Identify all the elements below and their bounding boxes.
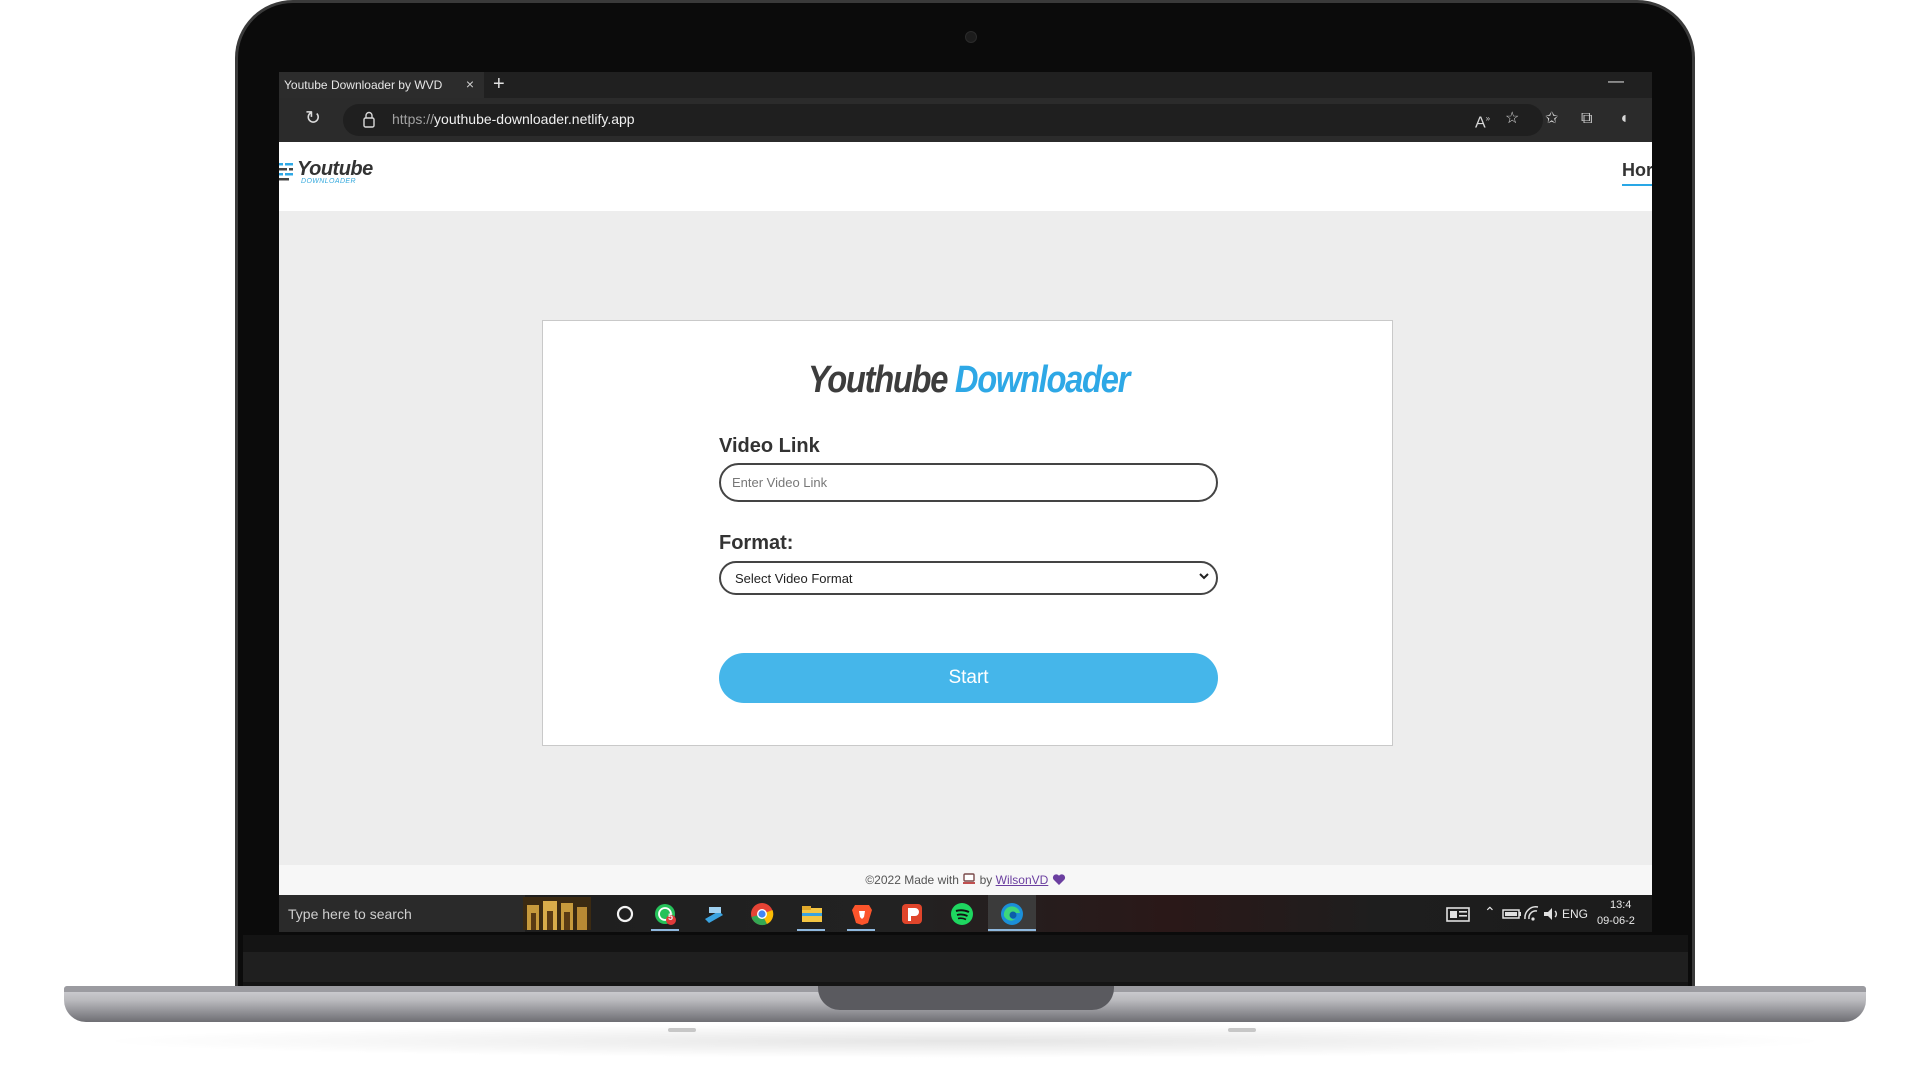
site-footer: ©2022 Made with by WilsonVD xyxy=(279,865,1652,895)
footer-by: by xyxy=(979,873,993,887)
taskbar-search-box[interactable]: Type here to search xyxy=(279,895,525,932)
logo-sub-text: DOWNLOADER xyxy=(301,178,356,185)
collections-icon[interactable]: ⧉ xyxy=(1581,110,1592,128)
webcam xyxy=(965,31,977,43)
downloader-card: Youthube Downloader Video Link Format: S… xyxy=(542,320,1393,746)
browser-tab[interactable]: Youtube Downloader by WVD × xyxy=(279,72,484,98)
footer-prefix: ©2022 Made with xyxy=(865,873,959,887)
logo-speed-lines-icon xyxy=(279,163,293,181)
video-link-input[interactable] xyxy=(719,463,1218,502)
minimize-window-button[interactable]: — xyxy=(1608,74,1624,90)
read-aloud-icon[interactable]: A» xyxy=(1475,110,1490,132)
chrome-icon[interactable] xyxy=(749,901,775,927)
laptop-emoji-icon xyxy=(963,873,976,884)
search-highlight-illustration-icon xyxy=(523,897,591,930)
cortana-icon[interactable] xyxy=(612,901,638,927)
show-hidden-icons-chevron-icon[interactable]: ⌃ xyxy=(1484,904,1496,921)
video-link-label: Video Link xyxy=(719,435,820,457)
format-select[interactable]: Select Video Format xyxy=(719,561,1218,595)
format-selected-value: Select Video Format xyxy=(735,571,853,586)
language-indicator[interactable]: ENG xyxy=(1562,907,1588,921)
url-scheme: https:// xyxy=(392,111,435,127)
close-tab-icon[interactable]: × xyxy=(466,76,474,92)
chevron-down-icon xyxy=(1199,573,1209,580)
laptop-notch xyxy=(818,986,1114,1010)
new-tab-button[interactable]: + xyxy=(493,74,505,94)
brave-running-indicator xyxy=(847,929,875,931)
card-title-part2: Downloader xyxy=(954,359,1130,401)
url-text[interactable]: https://youthube-downloader.netlify.app xyxy=(392,111,635,127)
edge-running-indicator xyxy=(988,929,1036,931)
start-button[interactable]: Start xyxy=(719,653,1218,703)
tab-title: Youtube Downloader by WVD xyxy=(284,78,443,92)
lock-icon xyxy=(363,111,375,128)
web-page: Youtube DOWNLOADER Hor Youthube Download… xyxy=(279,142,1652,895)
explorer-running-indicator xyxy=(797,929,825,931)
card-title: Youthube Downloader xyxy=(603,359,1335,402)
news-widget-icon[interactable] xyxy=(1445,901,1471,927)
laptop-hinge xyxy=(243,952,1688,982)
edge-browser-icon[interactable] xyxy=(999,901,1025,927)
author-link[interactable]: WilsonVD xyxy=(996,873,1049,887)
laptop-foot-right xyxy=(1228,1028,1256,1032)
card-title-part1: Youthube xyxy=(807,359,948,401)
app-icon[interactable] xyxy=(701,901,727,927)
refresh-icon[interactable]: ↻ xyxy=(305,108,321,130)
taskbar-search-placeholder: Type here to search xyxy=(288,906,412,922)
clock-time[interactable]: 13:4 xyxy=(1610,899,1631,911)
format-label: Format: xyxy=(719,532,794,554)
site-header: Youtube DOWNLOADER Hor xyxy=(279,142,1652,211)
laptop-foot-left xyxy=(668,1028,696,1032)
clock-date[interactable]: 09-06-2 xyxy=(1597,915,1635,927)
profile-icon[interactable]: ◖ xyxy=(1619,110,1629,128)
brave-browser-icon[interactable] xyxy=(849,901,875,927)
browser-tab-bar: Youtube Downloader by WVD × + — xyxy=(279,72,1652,98)
windows-taskbar: Type here to search 5 ⌃ ENG 13:4 09-06-2 xyxy=(279,895,1652,932)
site-logo[interactable]: Youtube DOWNLOADER xyxy=(279,158,375,190)
laptop-screen: Youtube Downloader by WVD × + — ↻ https:… xyxy=(279,72,1652,932)
file-explorer-icon[interactable] xyxy=(799,901,825,927)
url-host: youthube-downloader.netlify.app xyxy=(434,111,635,127)
whatsapp-icon[interactable] xyxy=(652,901,678,927)
favorites-icon[interactable]: ✩ xyxy=(1545,110,1558,128)
postman-icon[interactable] xyxy=(899,901,925,927)
heart-icon xyxy=(1052,874,1065,885)
whatsapp-badge-count: 5 xyxy=(668,912,674,922)
stage: Youtube Downloader by WVD × + — ↻ https:… xyxy=(0,0,1920,1080)
browser-toolbar: ↻ https://youthube-downloader.netlify.ap… xyxy=(279,98,1652,142)
nav-home-link[interactable]: Hor xyxy=(1622,160,1652,181)
favorite-add-icon[interactable]: ☆ xyxy=(1505,110,1519,128)
laptop-shadow xyxy=(90,1024,1840,1058)
whatsapp-running-indicator xyxy=(651,929,679,931)
spotify-icon[interactable] xyxy=(949,901,975,927)
nav-home-active-indicator xyxy=(1622,184,1652,186)
